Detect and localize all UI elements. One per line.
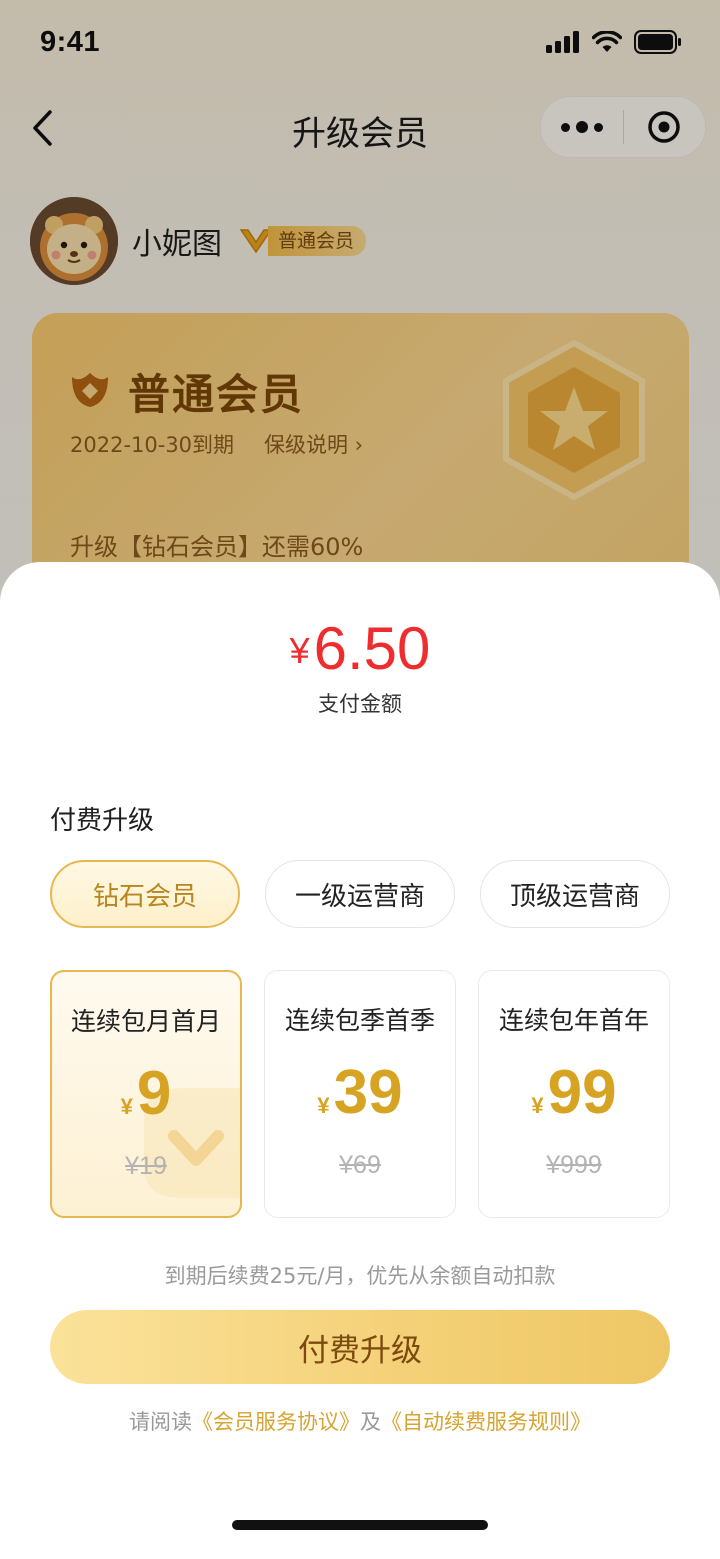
plan-price: ¥39 (317, 1058, 403, 1127)
currency-symbol: ¥ (289, 630, 310, 671)
plan-name: 连续包月首月 (70, 1007, 221, 1036)
payment-amount: ¥6.50 (0, 614, 720, 683)
pay-upgrade-button[interactable]: 付费升级 (50, 1310, 670, 1384)
payment-amount-label: 支付金额 (318, 692, 402, 716)
plan-original-price: ¥19 (125, 1152, 167, 1180)
tier-tab-top-operator[interactable]: 顶级运营商 (480, 860, 670, 928)
auto-renew-note: 到期后续费25元/月，优先从余额自动扣款 (164, 1264, 556, 1288)
tier-tab-level1-operator[interactable]: 一级运营商 (265, 860, 455, 928)
plan-original-price: ¥69 (339, 1151, 381, 1179)
plan-options: 连续包月首月 ¥9 ¥19 连续包季首季 ¥39 ¥69 连续包年首年 ¥99 … (50, 970, 670, 1218)
plan-price: ¥99 (531, 1058, 617, 1127)
plan-card-monthly[interactable]: 连续包月首月 ¥9 ¥19 (50, 970, 242, 1218)
agreement-text: 请阅读《会员服务协议》及《自动续费服务规则》 (129, 1410, 591, 1434)
plan-price: ¥9 (120, 1059, 172, 1128)
plan-name: 连续包年首年 (498, 1006, 649, 1035)
payment-sheet: ¥6.50 支付金额 付费升级 钻石会员 一级运营商 顶级运营商 连续包月首月 … (0, 562, 720, 1559)
auto-renew-rules-link[interactable]: 《自动续费服务规则》 (381, 1410, 591, 1434)
plan-card-quarterly[interactable]: 连续包季首季 ¥39 ¥69 (264, 970, 456, 1218)
plan-name: 连续包季首季 (284, 1006, 435, 1035)
amount-value: 6.50 (313, 615, 431, 682)
home-indicator (232, 1520, 488, 1530)
section-title: 付费升级 (50, 806, 155, 836)
plan-card-yearly[interactable]: 连续包年首年 ¥99 ¥999 (478, 970, 670, 1218)
tier-tabs: 钻石会员 一级运营商 顶级运营商 (50, 860, 670, 928)
plan-original-price: ¥999 (546, 1151, 602, 1179)
member-service-agreement-link[interactable]: 《会员服务协议》 (192, 1410, 360, 1434)
tier-tab-diamond[interactable]: 钻石会员 (50, 860, 240, 928)
